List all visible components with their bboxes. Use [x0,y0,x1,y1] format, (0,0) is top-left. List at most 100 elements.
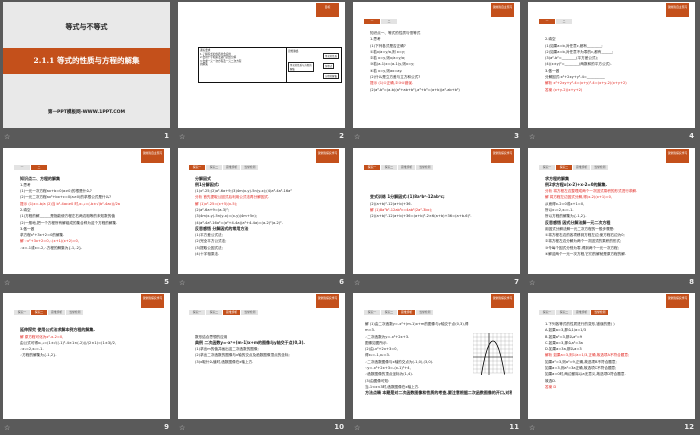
slide-tab: 探究二 [556,310,572,315]
slide-tab: 探究一 [539,164,555,170]
slide-body-text: 求方程的解集 例2求方程x(x-2)+x-2=0的解集. 分析 将方程左边整理成两个… [545,176,687,258]
slide-thumbnail-1[interactable]: 等式与不等式 2.1.1 等式的性质与方程的解集 第一PPT模板网-WWW.1PPT… [3,2,170,128]
slide-tab: 探究二 [206,164,222,170]
slide-thumbnail-cell: 课前篇自主预习一二 2.填空 (1)如果a=b,对任意c,都有________;(… [528,2,695,141]
slide-meta: ☆ 8 [528,278,695,290]
slide-tab: 探究二 [206,310,222,315]
text-line: ∴方程的解集为{-1,2}. [20,353,57,358]
section-badge: 课堂篇探究学习 [491,148,514,163]
slide-transition-star-icon[interactable]: ☆ [529,133,535,141]
slide-transition-star-icon[interactable]: ☆ [179,279,185,287]
slide-thumbnail-cell: 课堂篇探究学习探究一 探究二 思维辨析 当堂检测求方程的解集 例2求方程x(x-2)+x… [528,147,695,287]
slide-tab: 探究一 [364,310,380,315]
text-line: 答案 (x+y-2)(x+y+2) [545,87,583,92]
slide-tab: 二 [556,19,572,24]
slide-thumbnail-10[interactable]: 课堂篇探究学习探究一 探究二 思维辨析 当堂检测 数形结合思想的应用 典例 二次函数y=… [178,293,345,419]
slide-thumbnail-5[interactable]: 课前篇自主预习一二知识点二、方程的解集 1.思考 (1)一元一次方程ax+b=0(a… [3,147,170,274]
text-line: ∴x=-1或x=-2,∴方程的解集为{-1,-2}. [20,245,83,250]
slide-transition-star-icon[interactable]: ☆ [354,133,360,141]
slide-thumbnail-9[interactable]: 课堂篇探究学习 探究一 探究二 思维辨析 当堂检测 延伸探究 使用公式法求解本例方程的解… [3,293,170,419]
slide-tab: 探究二 [556,164,572,170]
text-line: (3)x取什么值时,函数图像在x轴上方. [195,359,254,364]
slide-tab: 一 [539,19,555,24]
slide-tabs: 探究一 探究二 思维辨析 当堂检测 [189,164,259,170]
slide-thumbnail-8[interactable]: 课堂篇探究学习探究一 探究二 思维辨析 当堂检测求方程的解集 例2求方程x(x-2)+x… [528,147,695,274]
slide-tabs: 探究一 探究二 思维辨析 当堂检测 [14,310,84,315]
slide-meta: ☆ 9 [3,423,170,435]
slide-thumbnail-7[interactable]: 课堂篇探究学习 探究一 探究二 思维辨析 当堂检测 变式训练 1分解因式:(1)8a³b… [353,147,520,274]
slide-tab: 思维辨析 [573,310,591,315]
slide-number: 7 [514,277,519,286]
slide-thumbnail-cell: 课堂篇探究学习探究一 探究二 思维辨析 当堂检测 数形结合思想的应用 典例 二次函数y=… [178,293,345,432]
slide-tab: 当堂检测 [241,164,259,170]
slide-tab: 当堂检测 [591,164,609,170]
slide-number: 1 [164,132,169,140]
slide-tab: 探究一 [189,310,205,315]
slide-tabs: 一二 [364,19,397,24]
section-badge: 课前篇自主预习 [141,148,164,163]
slide-number: 6 [339,277,344,286]
slide-tab: 探究一 [189,164,205,170]
slide-body-text: 知识点一、等式的性质与恒等式 1.思考 (1)下列各式是否正确? ①若x/a=y/a,… [370,30,512,93]
slide-tab: 探究一 [539,310,555,315]
slide-thumbnail-cell: 课堂篇探究学习 探究一 探究二 思维辨析 当堂检测 1.下列各等式的性质进行的变形,错误的… [528,293,695,432]
slide-thumbnail-4[interactable]: 课前篇自主预习一二 2.填空 (1)如果a=b,对任意c,都有________;(… [528,2,695,128]
slide-tab: 探究二 [381,164,397,170]
slide-thumbnail-cell: 目标 课标要求 1.了解等式的性质并会应用 2.会用十字相乘法进行因式分解 3.会求一元… [178,2,345,141]
slide-number: 4 [689,132,694,140]
slide-tab: 探究二 [31,310,47,315]
slide-tab: 思维辨析 [573,164,591,170]
slide-thumbnail-cell: 课堂篇探究学习 探究一 探究二 思维辨析 当堂检测 分解因式 例1分解因式: (1)x²-25… [178,147,345,287]
slide-meta: ☆ 2 [178,132,345,144]
slide-thumbnail-12[interactable]: 课堂篇探究学习 探究一 探究二 思维辨析 当堂检测 1.下列各等式的性质进行的变形,错误的… [528,293,695,419]
section-badge: 课堂篇探究学习 [666,294,689,308]
section-badge: 课前篇自主预习 [666,3,689,17]
slide-thumbnail-2[interactable]: 目标 课标要求 1.了解等式的性质并会应用 2.会用十字相乘法进行因式分解 3.会求一元… [178,2,345,128]
slide-title: 等式与不等式 [65,22,108,31]
slide-transition-star-icon[interactable]: ☆ [529,279,535,287]
slide-tab: 当堂检测 [241,310,259,315]
slide-tabs: 探究一 探究二 思维辨析 当堂检测 [364,164,434,170]
slide-tabs: 探究一 探究二 思维辨析 当堂检测 [364,310,434,315]
slide-thumbnail-6[interactable]: 课堂篇探究学习 探究一 探究二 思维辨析 当堂检测 分解因式 例1分解因式: (1)x²-25… [178,147,345,274]
slide-meta: ☆ 11 [353,423,520,435]
mindmap-node: 恒等式 [323,63,335,69]
slide-thumbnail-cell: 课堂篇探究学习 探究一 探究二 思维辨析 当堂检测 延伸探究 使用公式法求解本例方程的解… [3,293,170,432]
slide-tab: 当堂检测 [416,310,434,315]
text-line: 答案 D [545,384,557,389]
slide-meta: ☆ 5 [3,278,170,290]
slide-tab: 当堂检测 [591,310,609,315]
section-badge: 课堂篇探究学习 [316,294,339,308]
slide-body-text: 分解因式 例1分解因式: (1)x²-25;(2)a²-6a+9;(3)4m(x-y… [195,176,337,258]
slide-thumbnail-11[interactable]: 课堂篇探究学习 探究一 探究二 思维辨析 当堂检测解 (1)由二次函数y=-x²+(m-… [353,293,520,419]
text-line: (2)a³-b³=(a-b)(a²+ab+b²),a³+b³=(a+b)(a²-… [370,87,460,92]
slide-transition-star-icon[interactable]: ☆ [179,133,185,141]
slide-meta: ☆ 4 [528,132,695,144]
slide-tab: 探究一 [14,310,30,315]
slide-tab: 探究二 [381,310,397,315]
slide-body-text: 数形结合思想的应用 典例 二次函数y=-x²+(m-1)x+m的图像与y轴交于点(… [195,321,337,365]
section-badge: 课堂篇探究学习 [666,148,689,163]
slide-thumbnail-3[interactable]: 课前篇自主预习一二知识点一、等式的性质与恒等式 1.思考 (1)下列各式是否正确? ①… [353,2,520,128]
parabola-graph [473,333,513,375]
slide-number: 5 [164,277,169,286]
slide-site-text: 第一PPT模板网-WWW.1PPT.COM [47,110,126,115]
slide-tabs: 探究一 探究二 思维辨析 当堂检测 [189,310,259,315]
slide-thumbnail-cell: 课堂篇探究学习 探究一 探究二 思维辨析 当堂检测解 (1)由二次函数y=-x²+(m-… [353,293,520,432]
slide-number: 3 [514,132,519,140]
slide-tab: 当堂检测 [416,164,434,170]
slide-meta: ☆ 1 [3,132,170,144]
slide-number: 9 [164,423,169,431]
slide-transition-star-icon[interactable]: ☆ [4,279,10,287]
slide-tab: 思维辨析 [223,310,241,315]
slide-transition-star-icon[interactable]: ☆ [354,279,360,287]
slide-tab: 思维辨析 [398,310,416,315]
slide-tab: 探究一 [364,164,380,170]
text-line: (4)十字相乘法. [195,252,220,257]
requirements-column: 课标要求 1.了解等式的性质并会应用 2.会用十字相乘法进行因式分解 3.会求一元一次… [199,48,287,82]
text-line: 方法点睛 本题是对二次函数图像和性质的考查,要注意根据二次函数图像的开口,对称轴… [365,390,512,396]
slide-number: 11 [509,423,519,431]
slide-transition-star-icon[interactable]: ☆ [4,133,10,141]
slide-body-text: 2.填空 (1)如果a=b,对任意c,都有________; (2)如果a=b,对任… [545,30,687,93]
slide-number: 8 [689,277,694,286]
